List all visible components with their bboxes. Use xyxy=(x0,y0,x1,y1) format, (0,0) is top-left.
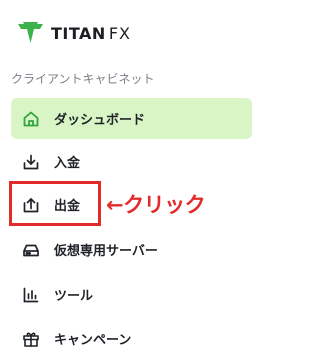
sidebar-item-label: ダッシュボード xyxy=(54,113,146,128)
titan-shield-icon xyxy=(18,22,43,43)
highlight-box xyxy=(9,181,101,226)
sidebar-item-label: 仮想専用サーバー xyxy=(54,244,158,259)
titan-fx-logo[interactable]: TITAN FX xyxy=(17,20,131,46)
sidebar-item-label: キャンペーン xyxy=(54,333,132,348)
gift-icon xyxy=(20,328,42,350)
chart-icon xyxy=(20,284,42,306)
server-icon xyxy=(20,239,42,261)
click-annotation: ←クリック xyxy=(106,193,206,217)
sidebar-item-label: ツール xyxy=(54,289,94,304)
sidebar-item-deposit[interactable]: 入金 xyxy=(11,141,80,182)
deposit-icon xyxy=(20,151,42,173)
home-icon xyxy=(20,108,42,130)
logo-text: TITAN FX xyxy=(51,23,131,43)
sidebar-item-tools[interactable]: ツール xyxy=(11,274,93,315)
sidebar-item-dashboard[interactable]: ダッシュボード xyxy=(11,98,252,139)
sidebar-item-label: 入金 xyxy=(54,156,81,171)
sidebar-item-campaign[interactable]: キャンペーン xyxy=(11,318,131,359)
sidebar-section-label: クライアントキャビネット xyxy=(11,72,155,86)
sidebar-item-vps[interactable]: 仮想専用サーバー xyxy=(11,229,158,270)
